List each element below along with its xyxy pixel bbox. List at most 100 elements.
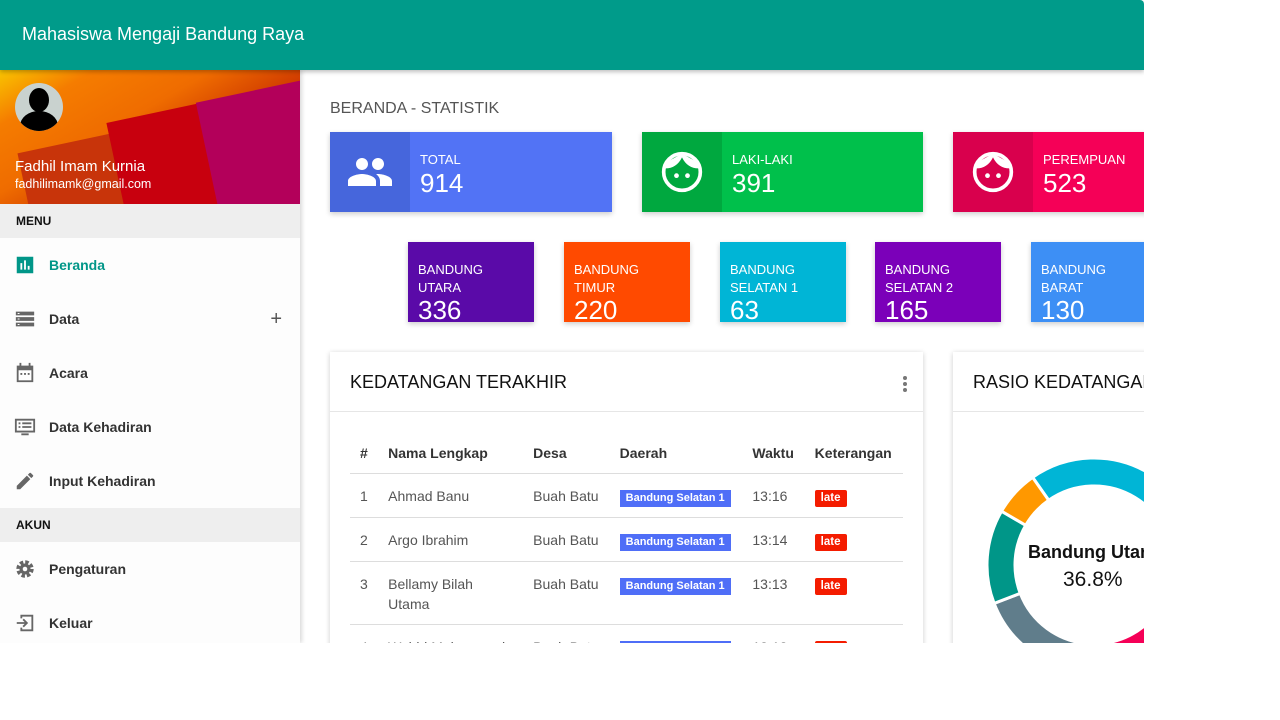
table-cell: Ahmad Banu	[378, 473, 524, 518]
stat-label: LAKI-LAKI	[732, 152, 793, 167]
status-badge: late	[814, 640, 847, 643]
table-row[interactable]: 3 Bellamy Bilah Utama Buah Batu Bandung Sel…	[350, 561, 903, 625]
table-cell: Buah Batu	[523, 624, 610, 643]
donut-slice-bandung-barat[interactable]	[985, 509, 1028, 606]
table-cell: 4	[350, 624, 379, 643]
panel-title: KEDATANGAN TERAKHIR	[350, 372, 568, 392]
cell-text: Wahid Muhammad	[388, 639, 505, 644]
sidebar-item-acara[interactable]: Acara	[0, 346, 300, 400]
table-cell: Bandung Selatan 1	[609, 624, 743, 643]
region-value: 63	[730, 295, 759, 325]
sidebar-item-label: Pengaturan	[49, 561, 127, 577]
cell-text: Buah Batu	[533, 531, 599, 548]
cell-text: Argo Ibrahim	[388, 531, 469, 548]
donut-center-value: 36.8%	[1063, 568, 1123, 591]
table-cell: 13:16	[742, 473, 805, 518]
table-cell: Bandung Selatan 1	[609, 517, 743, 562]
logout-icon	[16, 614, 34, 632]
region-badge: Bandung Selatan 1	[619, 577, 731, 595]
stat-value: 914	[420, 168, 464, 198]
sidebar-item-label: Keluar	[49, 615, 93, 631]
avatar[interactable]	[15, 83, 63, 131]
expand-icon[interactable]: +	[270, 308, 282, 331]
sidebar-item-label: Acara	[49, 365, 88, 381]
table-cell: 13:14	[742, 517, 805, 562]
region-badge: Bandung Selatan 1	[619, 489, 731, 507]
table-cell: Buah Batu	[523, 517, 610, 562]
stat-value: 523	[1043, 168, 1087, 198]
sidebar-item-label: Input Kehadiran	[49, 473, 156, 489]
col-header: Daerah	[609, 434, 743, 474]
main-content: BERANDA - STATISTIK TOTAL 914 LAKI-LAKI 39…	[300, 70, 1144, 643]
table-cell: late	[804, 517, 903, 562]
panel-title: RASIO KEDATANGAN	[973, 372, 1144, 392]
stat-card-perempuan: PEREMPUAN 523	[953, 132, 1144, 212]
cell-text: Ahmad Banu	[388, 487, 470, 504]
face-icon	[642, 132, 722, 212]
sidebar-item-data-kehadiran[interactable]: Data Kehadiran	[0, 400, 300, 454]
cell-text: 3	[360, 575, 368, 592]
table-cell: Bellamy Bilah Utama	[378, 561, 524, 625]
table-cell: 1	[350, 473, 379, 518]
sidebar-item-keluar[interactable]: Keluar	[0, 596, 300, 643]
region-value: 165	[885, 295, 929, 325]
app-title: Mahasiswa Mengaji Bandung Raya	[0, 0, 1144, 70]
table-cell: Bandung Selatan 1	[609, 561, 743, 625]
cell-text: Bellamy Bilah Utama	[388, 575, 473, 612]
donut-slice-bandung-selatan-2[interactable]	[992, 591, 1091, 643]
user-email: fadhilimamk@gmail.com	[15, 177, 152, 191]
table-row[interactable]: 2 Argo Ibrahim Buah Batu Bandung Selatan 1 1…	[350, 517, 903, 562]
cell-text: 13:14	[752, 531, 788, 548]
cell-text: Buah Batu	[533, 487, 599, 504]
status-badge: late	[814, 533, 847, 551]
cell-text: 2	[360, 531, 368, 548]
table-row[interactable]: 1 Ahmad Banu Buah Batu Bandung Selatan 1 13:…	[350, 473, 903, 518]
table-cell: 2	[350, 517, 379, 562]
region-value: 130	[1041, 295, 1085, 325]
sidebar-item-pengaturan[interactable]: Pengaturan	[0, 542, 300, 596]
table-cell: 3	[350, 561, 379, 625]
cell-text: 1	[360, 487, 368, 504]
monitor-list-icon	[14, 418, 36, 436]
table-cell: late	[804, 624, 903, 643]
table-row[interactable]: 4 Wahid Muhammad Buah Batu Bandung Selatan …	[350, 624, 903, 643]
pencil-icon	[16, 472, 34, 490]
stat-card-total: TOTAL 914	[330, 132, 612, 212]
sidebar-item-data[interactable]: Data +	[0, 292, 300, 346]
table-cell: late	[804, 561, 903, 625]
cell-text: Buah Batu	[533, 575, 599, 592]
region-label: BANDUNG	[730, 262, 796, 277]
region-value: 336	[418, 295, 462, 325]
col-header: Nama Lengkap	[378, 434, 524, 474]
region-label: BANDUNG	[418, 262, 484, 277]
gear-icon	[16, 560, 34, 578]
cell-text: Buah Batu	[533, 639, 598, 644]
bar-chart-icon	[16, 256, 34, 274]
region-card-utara: BANDUNG UTARA 336	[408, 242, 534, 325]
table-cell: Bandung Selatan 1	[609, 473, 743, 518]
stat-label: TOTAL	[420, 152, 461, 167]
stat-card-laki-laki: LAKI-LAKI 391	[642, 132, 923, 212]
region-label: BANDUNG	[1041, 262, 1107, 277]
more-vert-icon[interactable]	[903, 376, 907, 394]
table-cell: 13:13	[742, 624, 805, 644]
col-header: Desa	[523, 434, 610, 474]
account-header: AKUN	[0, 508, 300, 542]
cell-text: 13:13	[752, 575, 788, 592]
sidebar-item-input-kehadiran[interactable]: Input Kehadiran	[0, 454, 300, 508]
list-icon	[15, 311, 35, 327]
donut-chart	[985, 456, 1144, 643]
region-card-timur: BANDUNG TIMUR 220	[564, 242, 690, 323]
table-cell: Argo Ibrahim	[378, 517, 524, 562]
face-icon	[953, 132, 1033, 212]
region-label: BANDUNG	[885, 262, 951, 277]
region-card-selatan-1: BANDUNG SELATAN 1 63	[720, 242, 846, 325]
status-badge: late	[814, 489, 847, 507]
cell-text: 13:13	[752, 639, 787, 644]
sidebar-item-beranda[interactable]: Beranda	[0, 238, 300, 292]
table-cell: 13:13	[742, 561, 805, 625]
sidebar-item-label: Data Kehadiran	[49, 419, 152, 435]
donut-center-label: Bandung Utara	[1028, 542, 1144, 562]
region-card-barat: BANDUNG BARAT 130	[1031, 242, 1144, 325]
sidebar-item-label: Data	[49, 311, 80, 327]
